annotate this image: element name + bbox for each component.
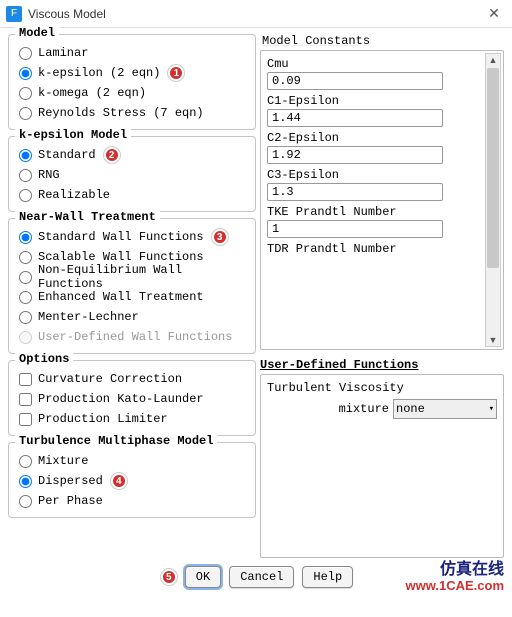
mc-label-c1: C1-Epsilon [267,94,499,108]
annotation-badge-3: 3 [212,229,228,245]
udf-select-value: none [396,402,425,416]
annotation-badge-2: 2 [104,147,120,163]
check-prod-limiter[interactable]: Production Limiter [17,409,247,429]
model-constants-heading: Model Constants [262,34,504,48]
radio-nwt-userdef: User-Defined Wall Functions [17,327,247,347]
radio-label: Reynolds Stress (7 eqn) [38,106,204,120]
scrollbar[interactable]: ▲ ▼ [485,53,501,347]
radio-ke-standard[interactable]: Standard 2 [17,145,247,165]
radio-label: Realizable [38,188,110,202]
udf-select[interactable]: none ▾ [393,399,497,419]
check-label: Production Limiter [38,412,168,426]
mc-input-c3[interactable] [267,183,443,201]
annotation-badge-5: 5 [161,569,177,585]
radio-label: Laminar [38,46,88,60]
radio-label: User-Defined Wall Functions [38,330,232,344]
scroll-up-icon[interactable]: ▲ [486,54,500,66]
close-icon[interactable]: ✕ [482,5,506,22]
ke-model-group: k-epsilon Model Standard 2 RNG Realizabl… [8,136,256,212]
radio-label: k-epsilon (2 eqn) [38,66,160,80]
window-title: Viscous Model [28,7,482,21]
ok-button[interactable]: OK [185,566,221,588]
radio-label: Standard Wall Functions [38,230,204,244]
radio-k-omega[interactable]: k-omega (2 eqn) [17,83,247,103]
radio-tmm-mixture[interactable]: Mixture [17,451,247,471]
nwt-group: Near-Wall Treatment Standard Wall Functi… [8,218,256,354]
options-group: Options Curvature Correction Production … [8,360,256,436]
check-label: Production Kato-Launder [38,392,204,406]
mc-input-c1[interactable] [267,109,443,127]
model-group: Model Laminar k-epsilon (2 eqn) 1 k-omeg… [8,34,256,130]
mc-label-c3: C3-Epsilon [267,168,499,182]
ke-model-heading: k-epsilon Model [15,128,131,142]
udf-label: Turbulent Viscosity [267,381,497,395]
title-bar: F Viscous Model ✕ [0,0,512,28]
udf-row-label: mixture [339,402,389,416]
radio-nwt-menter[interactable]: Menter-Lechner [17,307,247,327]
udf-heading: User-Defined Functions [260,358,504,372]
radio-tmm-dispersed[interactable]: Dispersed 4 [17,471,247,491]
mc-label-tke: TKE Prandtl Number [267,205,499,219]
radio-label: Per Phase [38,494,103,508]
radio-nwt-standard[interactable]: Standard Wall Functions 3 [17,227,247,247]
radio-ke-rng[interactable]: RNG [17,165,247,185]
radio-tmm-perphase[interactable]: Per Phase [17,491,247,511]
check-curvature[interactable]: Curvature Correction [17,369,247,389]
scroll-down-icon[interactable]: ▼ [486,334,500,346]
mc-label-tdr: TDR Prandtl Number [267,242,499,256]
help-button[interactable]: Help [302,566,353,588]
radio-label: Enhanced Wall Treatment [38,290,204,304]
check-label: Curvature Correction [38,372,182,386]
radio-label: Menter-Lechner [38,310,139,324]
mc-label-cmu: Cmu [267,57,499,71]
radio-label: Scalable Wall Functions [38,250,204,264]
model-constants-panel: Cmu C1-Epsilon C2-Epsilon C3-Epsilon TKE… [260,50,504,350]
annotation-badge-1: 1 [168,65,184,81]
scroll-thumb[interactable] [487,68,499,268]
app-icon: F [6,6,22,22]
chevron-down-icon: ▾ [489,404,494,414]
mc-input-tke[interactable] [267,220,443,238]
radio-k-epsilon[interactable]: k-epsilon (2 eqn) 1 [17,63,247,83]
mc-input-cmu[interactable] [267,72,443,90]
radio-ke-realizable[interactable]: Realizable [17,185,247,205]
model-heading: Model [15,26,59,40]
tmm-heading: Turbulence Multiphase Model [15,434,217,448]
check-kato-launder[interactable]: Production Kato-Launder [17,389,247,409]
radio-nwt-noneq[interactable]: Non-Equilibrium Wall Functions [17,267,247,287]
radio-reynolds-stress[interactable]: Reynolds Stress (7 eqn) [17,103,247,123]
mc-label-c2: C2-Epsilon [267,131,499,145]
radio-label: RNG [38,168,60,182]
annotation-badge-4: 4 [111,473,127,489]
options-heading: Options [15,352,73,366]
udf-panel: Turbulent Viscosity mixture none ▾ [260,374,504,558]
nwt-heading: Near-Wall Treatment [15,210,160,224]
radio-label: Non-Equilibrium Wall Functions [38,263,247,291]
watermark-line1: 仿真在线 [406,561,504,579]
radio-label: k-omega (2 eqn) [38,86,146,100]
radio-label: Standard [38,148,96,162]
cancel-button[interactable]: Cancel [229,566,294,588]
radio-laminar[interactable]: Laminar [17,43,247,63]
watermark-line2: www.1CAE.com [406,579,504,594]
radio-label: Dispersed [38,474,103,488]
site-watermark: 仿真在线 www.1CAE.com [406,561,504,594]
mc-input-c2[interactable] [267,146,443,164]
tmm-group: Turbulence Multiphase Model Mixture Disp… [8,442,256,518]
radio-label: Mixture [38,454,88,468]
